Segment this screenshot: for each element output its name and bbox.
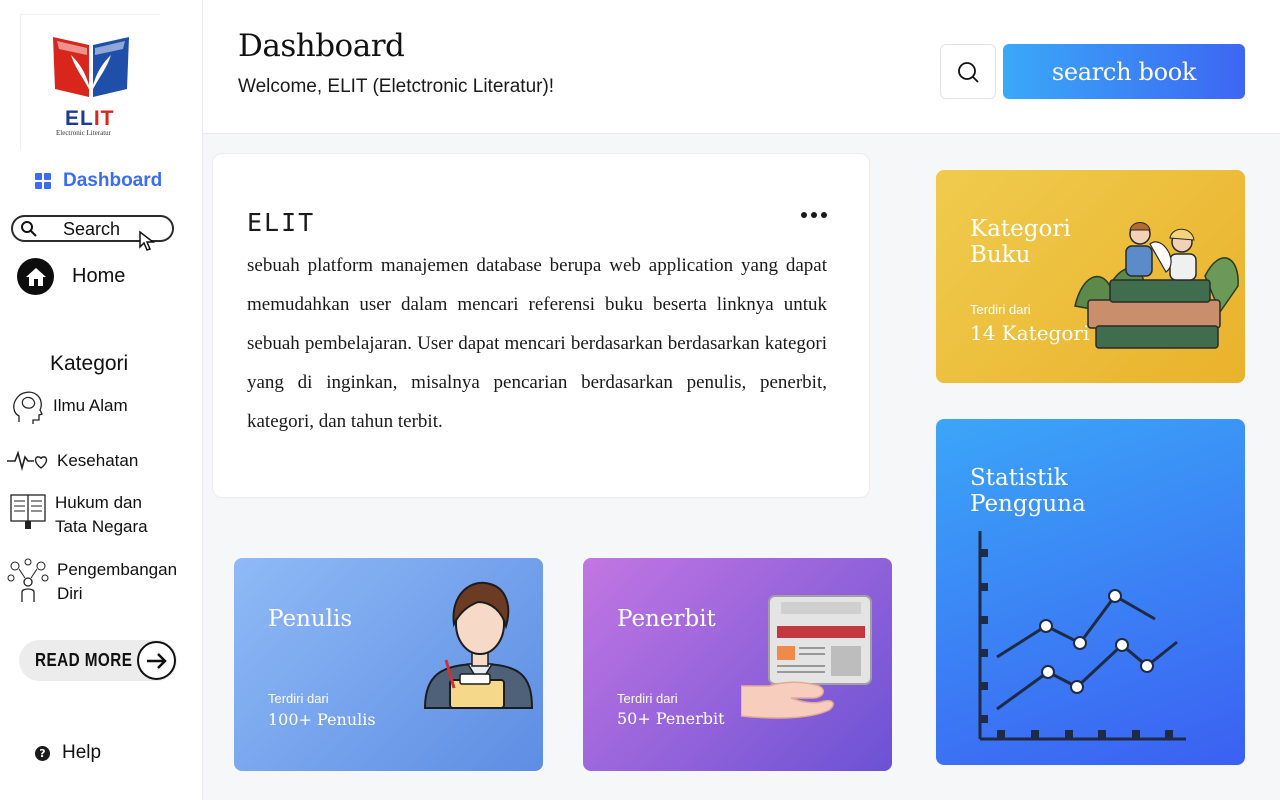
category-label: Ilmu Alam xyxy=(53,396,128,415)
law-book-icon xyxy=(10,494,46,529)
penulis-count: 100+ Penulis xyxy=(268,710,376,729)
search-book-button[interactable]: search book xyxy=(1003,44,1245,99)
welcome-message: Welcome, ELIT (Eletctronic Literatur)! xyxy=(238,76,555,97)
sidebar-item-label: Home xyxy=(72,265,126,287)
logo-subtitle: Electronic Literatur xyxy=(56,129,111,137)
line-chart-icon xyxy=(978,531,1186,741)
about-card: ELIT sebuah platform manajemen database … xyxy=(212,153,870,498)
kids-reading-books-icon xyxy=(1074,222,1239,349)
header: Dashboard Welcome, ELIT (Eletctronic Lit… xyxy=(203,0,1280,134)
category-item-hukum[interactable]: Hukum dan Tata Negara xyxy=(9,491,148,539)
kategori-heading: Kategori xyxy=(50,352,129,375)
sidebar-item-home[interactable]: Home xyxy=(17,258,125,295)
self-development-icon xyxy=(7,558,49,602)
about-description: sebuah platform manajemen database berup… xyxy=(247,255,827,432)
about-heading: ELIT xyxy=(247,208,316,237)
writer-illustration-icon xyxy=(423,581,534,709)
penerbit-card[interactable]: Penerbit Terdiri dari 50+ Penerbit xyxy=(583,558,892,771)
sidebar-item-label: Dashboard xyxy=(63,170,163,191)
search-icon xyxy=(21,221,37,237)
category-item-ilmu-alam[interactable]: Ilmu Alam xyxy=(9,386,128,426)
heartbeat-icon xyxy=(7,450,48,472)
kategori-buku-card[interactable]: Kategori Buku Terdiri dari 14 Kategori xyxy=(936,170,1245,383)
penulis-title: Penulis xyxy=(268,606,353,632)
read-more-label: READ MORE xyxy=(35,650,133,670)
arrow-right-icon xyxy=(137,641,176,680)
penerbit-title: Penerbit xyxy=(617,606,716,632)
category-item-pengembangan-diri[interactable]: Pengembangan Diri xyxy=(7,558,177,606)
search-icon xyxy=(958,61,979,83)
category-label: Hukum dan Tata Negara xyxy=(55,493,148,536)
penulis-subtitle: Terdiri dari xyxy=(268,691,329,706)
more-options-icon[interactable] xyxy=(801,212,827,218)
penulis-card[interactable]: Penulis Terdiri dari 100+ Penulis xyxy=(234,558,543,771)
logo-text: ELIT xyxy=(65,107,115,130)
logo[interactable]: ELIT Electronic Literatur xyxy=(20,14,160,150)
penerbit-count: 50+ Penerbit xyxy=(617,709,725,728)
sidebar: ELIT Electronic Literatur Dashboard Sear… xyxy=(0,0,203,800)
home-icon xyxy=(17,258,54,295)
read-more-button[interactable]: READ MORE xyxy=(19,640,177,681)
search-icon-button[interactable] xyxy=(940,44,996,99)
category-label: Kesehatan xyxy=(57,451,139,470)
sidebar-item-dashboard[interactable]: Dashboard xyxy=(35,170,162,192)
sidebar-item-label: Help xyxy=(62,742,102,763)
dashboard-grid-icon xyxy=(35,173,51,189)
sidebar-item-help[interactable]: ? Help xyxy=(35,742,101,764)
book-hands-logo-icon xyxy=(53,37,129,97)
penerbit-subtitle: Terdiri dari xyxy=(617,691,678,706)
statistik-card-title: Statistik Pengguna xyxy=(970,465,1086,517)
sidebar-search-label: Search xyxy=(63,219,121,239)
statistik-pengguna-card[interactable]: Statistik Pengguna xyxy=(936,419,1245,765)
kategori-card-title: Kategori Buku xyxy=(970,216,1071,268)
page-title: Dashboard xyxy=(238,28,405,64)
brain-icon xyxy=(13,391,43,424)
mouse-pointer-icon xyxy=(139,230,156,251)
kategori-card-subtitle: Terdiri dari xyxy=(970,302,1031,317)
category-label: Pengembangan Diri xyxy=(57,560,178,603)
help-icon: ? xyxy=(35,745,50,761)
newspaper-hand-icon xyxy=(741,595,872,719)
category-item-kesehatan[interactable]: Kesehatan xyxy=(7,448,138,473)
